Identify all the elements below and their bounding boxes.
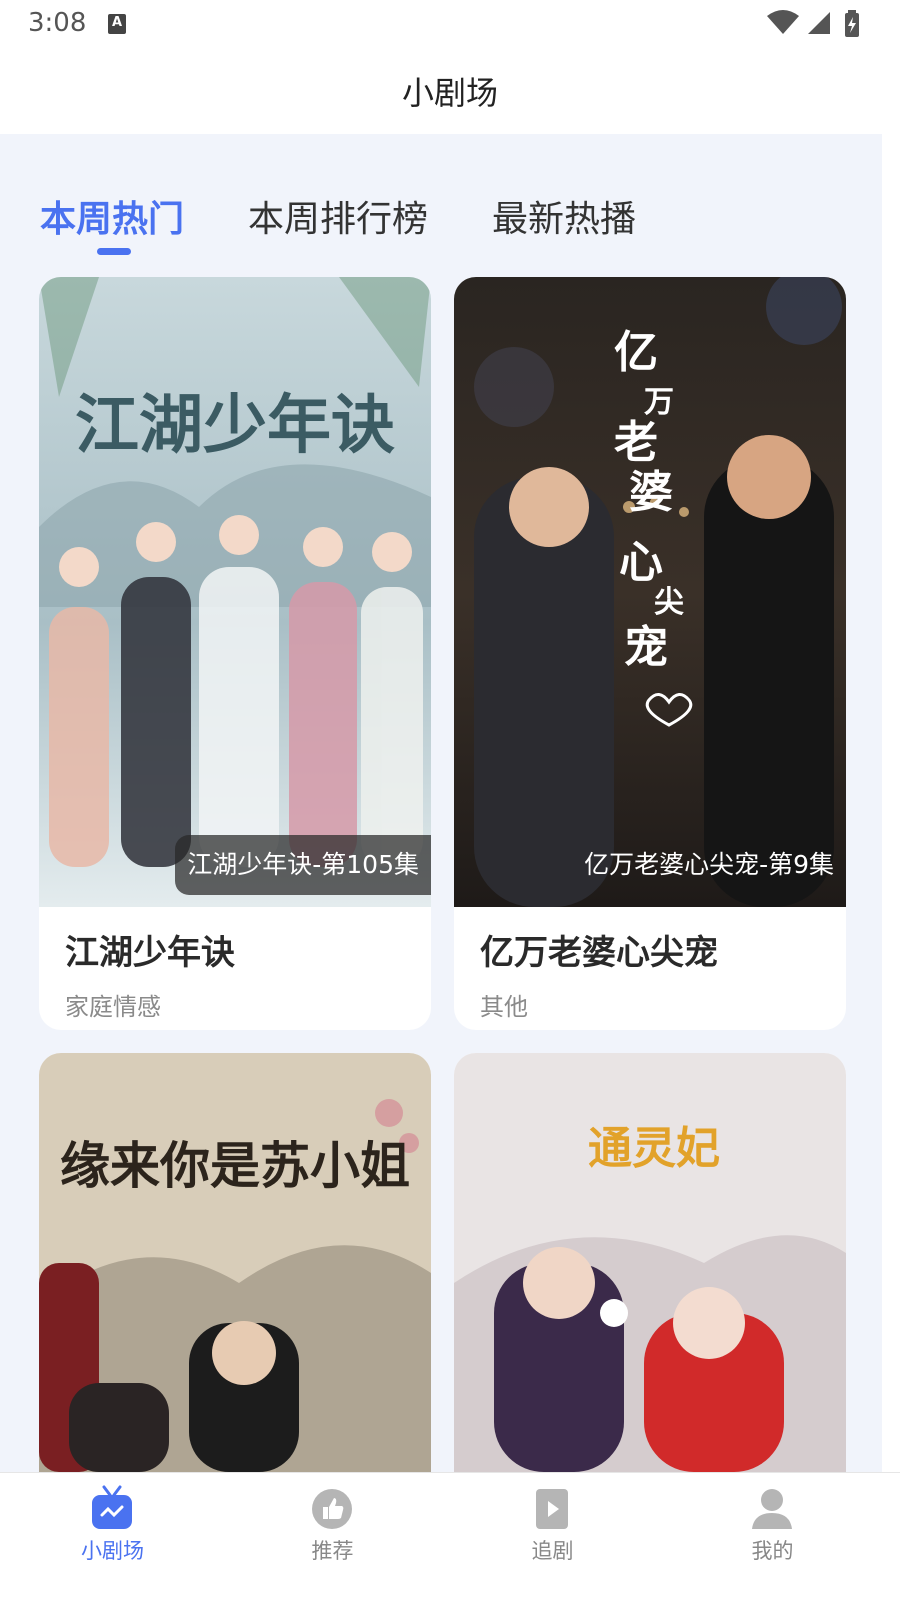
drama-card[interactable]: 江湖少年诀 江湖少年诀-第105集 江湖少年诀 家庭情感 bbox=[39, 277, 431, 1030]
tab-weekly-ranking[interactable]: 本周排行榜 bbox=[248, 190, 428, 242]
battery-icon bbox=[845, 10, 859, 37]
thumbs-up-icon bbox=[312, 1489, 352, 1529]
drama-card[interactable]: 缘来你是苏小姐 bbox=[39, 1053, 431, 1472]
svg-text:宠: 宠 bbox=[624, 622, 668, 673]
svg-text:婆: 婆 bbox=[629, 467, 673, 518]
user-icon bbox=[752, 1489, 792, 1529]
svg-text:心: 心 bbox=[619, 537, 663, 588]
tab-latest-hot[interactable]: 最新热播 bbox=[492, 190, 636, 242]
card-title: 亿万老婆心尖宠 bbox=[480, 933, 718, 973]
svg-text:亿: 亿 bbox=[614, 327, 658, 378]
episode-tag: 亿万老婆心尖宠-第9集 bbox=[584, 850, 834, 879]
bottom-nav: 小剧场 推荐 追剧 我的 bbox=[0, 1472, 900, 1600]
wifi-icon bbox=[767, 10, 799, 34]
drama-card[interactable]: 亿 万 老 婆 心 尖 宠 亿万老婆心尖宠-第9集 亿万老婆心尖宠 其他 bbox=[454, 277, 846, 1030]
tab-weekly-hot[interactable]: 本周热门 bbox=[40, 190, 184, 242]
poster-image: 通灵妃 bbox=[454, 1053, 846, 1472]
card-genre: 其他 bbox=[480, 993, 528, 1021]
poster-title-art: 江湖少年诀 bbox=[75, 388, 395, 463]
card-genre: 家庭情感 bbox=[65, 993, 161, 1021]
nav-label: 推荐 bbox=[311, 1539, 354, 1563]
poster-image: 亿 万 老 婆 心 尖 宠 亿万老婆心尖宠-第9集 bbox=[454, 277, 846, 907]
scroll-edge bbox=[882, 50, 900, 1472]
poster-title-art: 缘来你是苏小姐 bbox=[60, 1136, 410, 1195]
status-time: 3:08 bbox=[28, 8, 87, 38]
nav-label: 我的 bbox=[751, 1539, 794, 1563]
category-tabs: 本周热门 本周排行榜 最新热播 bbox=[0, 190, 900, 260]
episode-tag: 江湖少年诀-第105集 bbox=[175, 835, 431, 895]
poster-title-art: 通灵妃 bbox=[588, 1123, 720, 1174]
keyboard-a-icon: A bbox=[108, 14, 126, 34]
status-bar: 3:08 A bbox=[0, 0, 900, 50]
tab-indicator bbox=[97, 248, 131, 255]
tv-icon bbox=[92, 1485, 132, 1529]
svg-text:尖: 尖 bbox=[654, 585, 684, 620]
nav-item-profile[interactable]: 我的 bbox=[660, 1473, 885, 1600]
poster-image: 缘来你是苏小姐 bbox=[39, 1053, 431, 1472]
svg-text:万: 万 bbox=[644, 385, 674, 420]
nav-label: 追剧 bbox=[531, 1539, 574, 1563]
nav-item-recommend[interactable]: 推荐 bbox=[220, 1473, 445, 1600]
title-bar: 小剧场 bbox=[0, 50, 900, 134]
poster-image: 江湖少年诀 江湖少年诀-第105集 bbox=[39, 277, 431, 907]
play-file-icon bbox=[536, 1489, 568, 1529]
nav-item-theater[interactable]: 小剧场 bbox=[0, 1473, 225, 1600]
drama-card[interactable]: 通灵妃 bbox=[454, 1053, 846, 1472]
nav-item-following[interactable]: 追剧 bbox=[440, 1473, 665, 1600]
nav-label: 小剧场 bbox=[81, 1539, 144, 1563]
signal-icon bbox=[808, 12, 830, 34]
card-title: 江湖少年诀 bbox=[65, 933, 235, 973]
page-title: 小剧场 bbox=[401, 74, 498, 112]
svg-text:老: 老 bbox=[614, 417, 658, 468]
